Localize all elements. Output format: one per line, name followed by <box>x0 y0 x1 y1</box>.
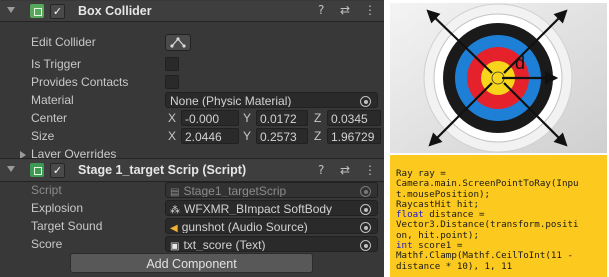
object-picker-icon[interactable] <box>360 240 371 251</box>
center-z-label: Z <box>314 111 322 125</box>
add-component-button[interactable]: Add Component <box>70 253 313 273</box>
foldout-arrow-icon[interactable] <box>7 7 15 13</box>
object-picker-icon[interactable] <box>360 96 371 107</box>
size-row: Size X 2.0446 Y 0.2573 Z 1.96729 <box>0 127 384 146</box>
center-x-field[interactable]: -0.000 <box>181 110 239 126</box>
score-row: Score ▣ txt_score (Text) <box>0 235 384 254</box>
size-x-field[interactable]: 2.0446 <box>181 128 239 144</box>
script-enabled-checkbox[interactable]: ✓ <box>50 163 65 178</box>
center-y-label: Y <box>243 111 252 125</box>
box-collider-header[interactable]: ✓ Box Collider ? ⇄ ⋮ <box>0 1 384 22</box>
script-asset-icon: ▤ <box>170 187 180 198</box>
provides-contacts-label: Provides Contacts <box>31 75 129 89</box>
context-menu-icon[interactable]: ⋮ <box>364 3 376 17</box>
explosion-row: Explosion ⁂ WFXMR_BImpact SoftBody <box>0 199 384 218</box>
material-field[interactable]: None (Physic Material) <box>165 92 378 108</box>
code-line: distance * 10), 1, 11 <box>396 260 513 272</box>
target-sound-row: Target Sound ◀ gunshot (Audio Source) <box>0 217 384 236</box>
edit-collider-button[interactable] <box>165 34 191 51</box>
context-menu-icon[interactable]: ⋮ <box>364 163 376 177</box>
score-field[interactable]: ▣ txt_score (Text) <box>165 236 378 252</box>
center-label: Center <box>31 111 68 125</box>
prefab-icon: ⁂ <box>170 205 180 216</box>
size-label: Size <box>31 129 55 143</box>
target-sound-label: Target Sound <box>31 219 103 233</box>
inspector-panel: ✓ Box Collider ? ⇄ ⋮ Edit Collider Is Tr… <box>0 0 384 277</box>
text-icon: ▣ <box>170 241 180 252</box>
center-z-field[interactable]: 0.0345 <box>327 110 381 126</box>
object-picker-icon[interactable] <box>360 222 371 233</box>
help-icon[interactable]: ? <box>318 163 324 177</box>
script-row: Script ▤ Stage1_targetScrip <box>0 181 384 200</box>
foldout-arrow-icon[interactable] <box>7 166 15 172</box>
center-y-field[interactable]: 0.0172 <box>256 110 308 126</box>
box-collider-title: Box Collider <box>78 4 152 18</box>
provides-contacts-checkbox[interactable] <box>165 75 179 89</box>
is-trigger-label: Is Trigger <box>31 57 82 71</box>
size-z-label: Z <box>314 129 322 143</box>
size-z-field[interactable]: 1.96729 <box>327 128 381 144</box>
provides-contacts-row: Provides Contacts <box>0 73 384 92</box>
target-sound-value: gunshot (Audio Source) <box>181 220 308 234</box>
score-label: Score <box>31 237 63 251</box>
audio-icon: ◀ <box>170 223 178 234</box>
size-y-label: Y <box>243 129 252 143</box>
center-x-label: X <box>168 111 177 125</box>
object-picker-icon[interactable] <box>360 204 371 215</box>
script-label: Script <box>31 183 62 197</box>
preset-icon[interactable]: ⇄ <box>340 163 350 177</box>
help-icon[interactable]: ? <box>318 3 324 17</box>
material-value: None (Physic Material) <box>170 94 292 108</box>
preset-icon[interactable]: ⇄ <box>340 3 350 17</box>
size-x-label: X <box>168 129 177 143</box>
explosion-field[interactable]: ⁂ WFXMR_BImpact SoftBody <box>165 200 378 216</box>
script-value: Stage1_targetScrip <box>183 184 287 198</box>
score-value: txt_score (Text) <box>183 238 266 252</box>
edit-collider-row: Edit Collider <box>0 33 384 52</box>
size-y-field[interactable]: 0.2573 <box>256 128 308 144</box>
object-picker-icon <box>360 186 371 197</box>
is-trigger-row: Is Trigger <box>0 55 384 74</box>
box-collider-enabled-checkbox[interactable]: ✓ <box>50 4 65 19</box>
box-collider-icon <box>30 4 44 18</box>
script-component-header[interactable]: ✓ Stage 1_target Scrip (Script) ? ⇄ ⋮ <box>0 158 384 182</box>
is-trigger-checkbox[interactable] <box>165 57 179 71</box>
explosion-value: WFXMR_BImpact SoftBody <box>184 202 333 216</box>
center-row: Center X -0.000 Y 0.0172 Z 0.0345 <box>0 109 384 128</box>
edit-collider-icon <box>170 37 186 48</box>
edit-collider-label: Edit Collider <box>31 35 96 49</box>
archery-target-illustration: d <box>390 3 607 153</box>
material-row: Material None (Physic Material) <box>0 91 384 110</box>
target-image: d <box>390 3 607 153</box>
script-component-icon <box>30 163 44 177</box>
explosion-label: Explosion <box>31 201 84 215</box>
material-label: Material <box>31 93 74 107</box>
code-snippet: Ray ray = Camera.main.ScreenPointToRay(I… <box>390 155 607 277</box>
script-field: ▤ Stage1_targetScrip <box>165 182 378 198</box>
script-component-title: Stage 1_target Scrip (Script) <box>78 163 247 177</box>
distance-label: d <box>515 53 525 73</box>
target-sound-field[interactable]: ◀ gunshot (Audio Source) <box>165 218 378 234</box>
